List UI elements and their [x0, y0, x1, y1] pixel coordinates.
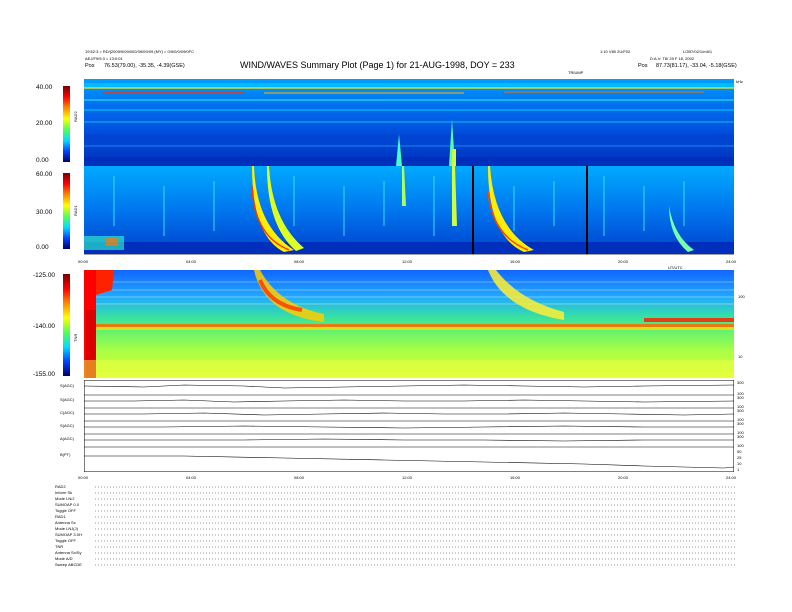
tnr-label: TNR: [73, 333, 78, 342]
tnr-right-tick-100: 100: [738, 294, 745, 299]
legend-dotted-lines: [95, 486, 735, 566]
rad2-colorbar: [63, 86, 70, 162]
linepanel-tick-5a: 50: [737, 449, 742, 454]
tnr-colorbar: [63, 274, 70, 376]
linepanel-label-2: C(AGC): [60, 410, 75, 415]
linepanel-label-3: S(AGC): [60, 423, 74, 428]
rad2-tick-bottom: 0.00: [36, 157, 49, 164]
rad1-label: RAD1: [73, 205, 78, 216]
upper-axis-label-1: 04:00: [186, 259, 197, 264]
header-right-pos-value: 87.73(81.17), -33.04, -5.18(GSE): [656, 63, 737, 69]
line-panels: [84, 380, 734, 472]
linepanel-tick-0a: 300: [737, 380, 744, 385]
upper-axis-label-4: 16:00: [510, 259, 521, 264]
tnr-tick-top: -125.00: [33, 272, 56, 279]
header-left-line2: AEJ/F9/9:3 = 13:0:01: [85, 56, 123, 61]
rad2-tick-top: 40.00: [36, 84, 53, 91]
legend-row: SUMOAP 3.0H: [55, 532, 82, 537]
rad1-spectrogram: [84, 166, 734, 254]
line-panels-svg: [84, 380, 734, 472]
linepanel-tick-5b: 25: [737, 455, 742, 460]
upper-axis-label-6: 24:00: [726, 259, 737, 264]
lower-axis-label-1: 04:00: [186, 475, 197, 480]
linepanel-tick-3a: 300: [737, 421, 744, 426]
tnr-tick-bottom: -155.00: [33, 371, 56, 378]
upper-axis-label-5: 20:00: [618, 259, 629, 264]
legend-row: Mode LNJ(J): [55, 526, 78, 531]
legend-row: Mode A/D: [55, 556, 73, 561]
lower-axis-label-4: 16:00: [510, 475, 521, 480]
rad1-tick-mid: 30.00: [36, 209, 53, 216]
legend-row: RAD1: [55, 514, 66, 519]
linepanel-label-5: B(PT): [60, 452, 71, 457]
linepanel-label-4: A(AGC): [60, 436, 74, 441]
header-right-line2: D:A.V: T8/ 29 F 18, 2002: [650, 56, 695, 61]
header-left-line1: 19:52:3 = RD/[2009/9/09/000/39/09/09 (MY…: [85, 49, 194, 54]
legend-row: Antenna Sx/Sy: [55, 550, 82, 555]
rad1-tick-bottom: 0.00: [36, 244, 49, 251]
tnr-spectrogram: [84, 270, 734, 378]
tr-label: TRIUMP: [568, 70, 584, 75]
lower-axis-label-2: 08:00: [294, 475, 305, 480]
upper-axis-label-0: 00:00: [78, 259, 89, 264]
rad2-tick-mid: 20.00: [36, 120, 53, 127]
rad2-spectrogram: [84, 79, 734, 166]
linepanel-tick-2a: 300: [737, 408, 744, 413]
legend-row: Sweep ABCDE: [55, 562, 82, 567]
header-right-line1: 1:10 V80 2U/F02: [600, 49, 631, 54]
tr-unit: kHz: [736, 79, 743, 84]
linepanel-tick-4a: 300: [737, 434, 744, 439]
upper-axis-label-2: 08:00: [294, 259, 305, 264]
linepanel-tick-5c: 10: [737, 461, 742, 466]
tnr-tick-mid: -140.00: [33, 323, 56, 330]
rad2-label: RAD2: [73, 111, 78, 122]
rad1-colorbar: [63, 173, 70, 249]
lower-axis-label-0: 00:00: [78, 475, 89, 480]
legend-row: Inform Sk: [55, 490, 73, 495]
header-left-pos-label: Pos: [85, 63, 95, 69]
linepanel-label-0: S(AGC): [60, 383, 74, 388]
rad2-svg: [84, 79, 734, 166]
rad1-svg: [84, 166, 734, 254]
bottom-legend: RAD2 Inform Sk Mode LN/J SUMOAP 0.0 Togg…: [55, 484, 735, 568]
legend-row: Toggle OFF: [55, 508, 76, 513]
upper-axis-label-3: 12:00: [402, 259, 413, 264]
rad1-tick-top: 60.00: [36, 171, 53, 178]
legend-row: Antenna Sx: [55, 520, 76, 525]
legend-row: TNR: [55, 544, 64, 549]
lower-axis-label-6: 24:00: [726, 475, 737, 480]
linepanel-label-1: S(AGC): [60, 397, 74, 402]
header-right-line1b: LOB7/02/1/m5/1: [683, 49, 713, 54]
legend-row: SUMOAP 0.0: [55, 502, 79, 507]
lower-axis-label-5: 20:00: [618, 475, 629, 480]
plot-title: WIND/WAVES Summary Plot (Page 1) for 21-…: [240, 60, 515, 70]
linepanel-tick-4c: 100: [737, 443, 744, 448]
linepanel-tick-1a: 300: [737, 395, 744, 400]
tnr-svg: [84, 270, 734, 378]
legend-row: Toggle OFF: [55, 538, 76, 543]
lower-axis-label-3: 12:00: [402, 475, 413, 480]
header-right-pos-label: Pos: [638, 63, 648, 69]
legend-row: Mode LN/J: [55, 496, 75, 501]
linepanel-tick-5e: 1: [737, 467, 740, 472]
header-left-pos-value: 76.53(79.00), -35.35, -4.39(GSE): [104, 63, 185, 69]
tnr-right-tick-10: 10: [738, 354, 743, 359]
